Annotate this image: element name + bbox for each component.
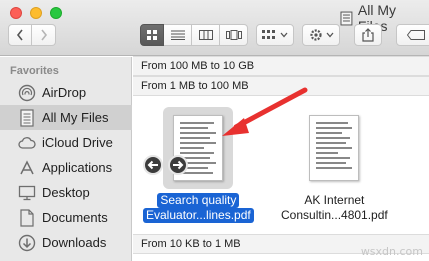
arrange-grid-icon <box>262 30 275 39</box>
back-button[interactable] <box>8 24 32 46</box>
share-icon <box>362 28 374 42</box>
sidebar-item-label: All My Files <box>42 110 109 125</box>
forward-button[interactable] <box>32 24 56 46</box>
file-name-line1: AK Internet <box>304 193 365 207</box>
action-button[interactable] <box>302 24 340 46</box>
cover-flow-icon <box>225 30 242 40</box>
tag-icon <box>407 30 425 40</box>
airdrop-icon <box>18 84 36 102</box>
sidebar-header-favorites: Favorites <box>10 65 59 77</box>
previous-page-button[interactable] <box>143 155 163 175</box>
file-thumbnail <box>299 107 369 189</box>
sidebar-item-all-my-files[interactable]: All My Files <box>0 105 132 130</box>
watermark-text: wsxdn.com <box>360 245 423 258</box>
sidebar-item-icloud-drive[interactable]: iCloud Drive <box>0 130 132 155</box>
share-button[interactable] <box>354 24 382 46</box>
chevron-right-icon <box>40 29 47 41</box>
arrow-right-icon <box>173 160 184 170</box>
applications-icon <box>18 159 36 177</box>
list-view-button[interactable] <box>164 24 192 46</box>
close-window-button[interactable] <box>10 7 22 19</box>
sidebar-item-label: Applications <box>42 160 113 175</box>
all-my-files-icon <box>18 108 36 127</box>
group-header-100mb-10gb: From 100 MB to 10 GB <box>133 56 429 76</box>
pdf-preview-icon <box>309 115 360 181</box>
file-item-search-quality[interactable]: Search quality Evaluator...lines.pdf <box>143 107 254 223</box>
file-browser-area: From 100 MB to 10 GB From 1 MB to 100 MB <box>133 56 429 261</box>
cloud-icon <box>18 134 36 152</box>
minimize-window-button[interactable] <box>30 7 42 19</box>
file-thumbnail <box>163 107 234 189</box>
arrange-button[interactable] <box>256 24 294 46</box>
chevron-down-icon <box>280 32 288 38</box>
group-header-1mb-100mb: From 1 MB to 100 MB <box>133 76 429 96</box>
column-view-button[interactable] <box>192 24 220 46</box>
gear-icon <box>309 29 322 41</box>
sidebar-item-downloads[interactable]: Downloads <box>0 230 132 255</box>
list-icon <box>170 30 185 40</box>
chevron-down-icon <box>326 32 333 38</box>
grid-icon <box>147 30 157 40</box>
tags-button[interactable] <box>396 24 429 46</box>
file-name-line1: Search quality <box>157 193 240 208</box>
file-item-ak-internet[interactable]: AK Internet Consultin...4801.pdf <box>278 107 391 223</box>
window-toolbar: All My Files <box>0 0 429 56</box>
sidebar-item-label: AirDrop <box>42 85 87 100</box>
sidebar-item-label: Desktop <box>42 185 90 200</box>
icon-view-button[interactable] <box>140 24 164 46</box>
sidebar: Favorites AirDrop All My Files iCloud Dr… <box>0 57 132 261</box>
sidebar-item-airdrop[interactable]: AirDrop <box>0 80 132 105</box>
sidebar-item-label: iCloud Drive <box>42 135 113 150</box>
view-mode-control <box>140 24 248 46</box>
cover-flow-view-button[interactable] <box>220 24 248 46</box>
zoom-window-button[interactable] <box>50 7 62 19</box>
next-page-button[interactable] <box>168 155 188 175</box>
sidebar-item-label: Documents <box>42 210 108 225</box>
all-my-files-title-icon <box>340 11 353 25</box>
desktop-icon <box>18 184 36 202</box>
sidebar-item-applications[interactable]: Applications <box>0 155 132 180</box>
file-name-line2: Evaluator...lines.pdf <box>143 208 254 223</box>
downloads-icon <box>18 234 36 252</box>
file-name-line2: Consultin...4801.pdf <box>281 208 388 222</box>
navigation-buttons <box>8 24 56 46</box>
sidebar-item-desktop[interactable]: Desktop <box>0 180 132 205</box>
columns-icon <box>198 30 213 40</box>
chevron-left-icon <box>16 29 23 41</box>
sidebar-item-documents[interactable]: Documents <box>0 205 132 230</box>
arrow-left-icon <box>147 160 158 170</box>
documents-icon <box>18 208 36 227</box>
sidebar-item-label: Downloads <box>42 235 107 250</box>
